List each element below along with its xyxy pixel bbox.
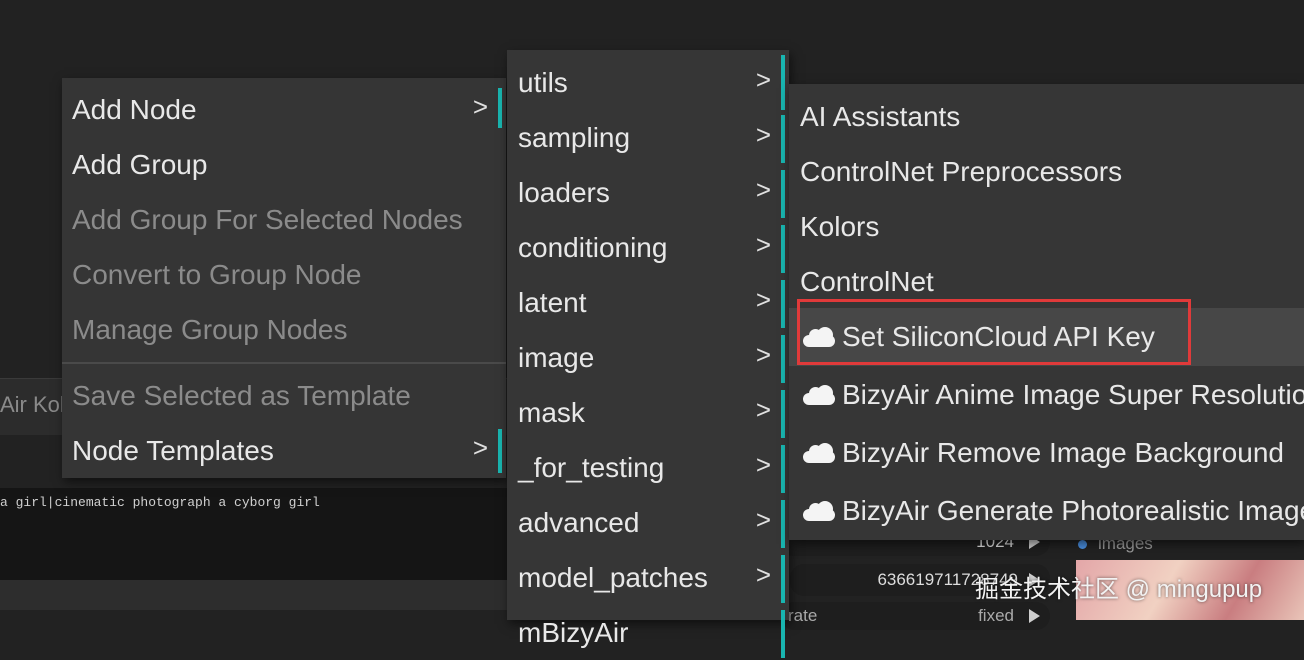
submenu-indicator: [781, 335, 785, 383]
submenu-item-label: mBizyAir: [518, 616, 629, 648]
background-node-bar: [0, 580, 520, 610]
chevron-right-icon: >: [755, 503, 771, 534]
submenu-indicator: [781, 390, 785, 438]
submenu-indicator: [781, 555, 785, 603]
watermark: 掘金技术社区 @ mingupup: [975, 576, 1263, 603]
submenu-item-model-patches[interactable]: model_patches >: [507, 550, 789, 605]
menu-item-convert-group-node: Convert to Group Node: [62, 247, 506, 302]
category-item-remove-background[interactable]: BizyAir Remove Image Background: [789, 424, 1304, 482]
cloud-icon: [803, 501, 837, 521]
menu-item-node-templates[interactable]: Node Templates >: [62, 423, 506, 478]
submenu-item-image[interactable]: image >: [507, 330, 789, 385]
submenu-indicator: [781, 500, 785, 548]
submenu-item-for-testing[interactable]: _for_testing >: [507, 440, 789, 495]
category-item-label: ControlNet: [800, 265, 934, 297]
chevron-right-icon: >: [472, 431, 488, 462]
menu-item-label: Add Group: [72, 148, 208, 180]
category-item-label: BizyAir Anime Image Super Resolution: [842, 379, 1304, 410]
menu-divider: [62, 362, 506, 364]
menu-item-add-node[interactable]: Add Node >: [62, 82, 506, 137]
submenu-indicator: [781, 445, 785, 493]
chevron-right-icon: >: [755, 558, 771, 589]
submenu-item-mask[interactable]: mask >: [507, 385, 789, 440]
submenu-item-utils[interactable]: utils >: [507, 55, 789, 110]
menu-item-add-group-selected: Add Group For Selected Nodes: [62, 192, 506, 247]
category-item-label: ControlNet Preprocessors: [800, 155, 1123, 187]
prompt-text: a girl|cinematic photograph a cyborg gir…: [0, 495, 320, 510]
control-after-generate-widget[interactable]: rate fixed: [780, 602, 1050, 630]
category-item-label: BizyAir Generate Photorealistic Images: [842, 495, 1304, 526]
menu-item-label: Save Selected as Template: [72, 379, 411, 411]
category-item-label: Kolors: [800, 210, 880, 242]
chevron-right-icon: >: [755, 173, 771, 204]
submenu-item-bizyair[interactable]: mBizyAir: [507, 605, 789, 660]
submenu-indicator: [781, 610, 785, 658]
highlight-annotation-box: [797, 299, 1191, 365]
menu-item-add-group[interactable]: Add Group: [62, 137, 506, 192]
submenu-item-label: image: [518, 341, 595, 373]
submenu-item-label: mask: [518, 396, 585, 428]
submenu-item-label: _for_testing: [518, 451, 665, 483]
menu-item-label: Node Templates: [72, 434, 274, 466]
submenu-indicator: [781, 225, 785, 273]
submenu-indicator: [498, 429, 502, 473]
submenu-indicator: [781, 280, 785, 328]
add-node-submenu: utils > sampling > loaders > conditionin…: [507, 50, 789, 658]
cloud-icon: [803, 385, 837, 405]
submenu-indicator: [781, 55, 785, 110]
submenu-item-label: utils: [518, 66, 568, 98]
category-item-controlnet-preprocessors[interactable]: ControlNet Preprocessors: [789, 144, 1304, 199]
menu-item-label: Convert to Group Node: [72, 258, 362, 290]
chevron-right-icon: >: [755, 283, 771, 314]
increment-arrow-icon[interactable]: [1029, 609, 1040, 623]
category-item-anime-super-resolution[interactable]: BizyAir Anime Image Super Resolution: [789, 366, 1304, 424]
submenu-item-label: sampling: [518, 121, 631, 153]
submenu-item-loaders[interactable]: loaders >: [507, 165, 789, 220]
menu-item-manage-group-nodes: Manage Group Nodes: [62, 302, 506, 357]
submenu-indicator: [498, 88, 502, 128]
submenu-item-label: loaders: [518, 176, 610, 208]
menu-item-label: Add Node: [72, 93, 197, 125]
output-dot-icon[interactable]: [1078, 540, 1087, 549]
menu-item-label: Add Group For Selected Nodes: [72, 203, 463, 235]
chevron-right-icon: >: [472, 90, 488, 121]
chevron-right-icon: >: [755, 393, 771, 424]
cloud-icon: [803, 443, 837, 463]
category-item-ai-assistants[interactable]: AI Assistants: [789, 89, 1304, 144]
control-value: fixed: [978, 606, 1014, 625]
submenu-item-label: latent: [518, 286, 587, 318]
chevron-right-icon: >: [755, 63, 771, 94]
chevron-right-icon: >: [755, 448, 771, 479]
category-item-label: BizyAir Remove Image Background: [842, 437, 1284, 468]
canvas-context-menu: Add Node > Add Group Add Group For Selec…: [62, 78, 506, 478]
submenu-item-label: advanced: [518, 506, 640, 538]
category-item-kolors[interactable]: Kolors: [789, 199, 1304, 254]
control-label: rate: [788, 606, 818, 625]
category-item-label: AI Assistants: [800, 100, 961, 132]
submenu-indicator: [781, 170, 785, 218]
category-item-generate-photorealistic[interactable]: BizyAir Generate Photorealistic Images: [789, 482, 1304, 540]
submenu-indicator: [781, 115, 785, 163]
submenu-item-advanced[interactable]: advanced >: [507, 495, 789, 550]
menu-item-save-template: Save Selected as Template: [62, 368, 506, 423]
submenu-item-latent[interactable]: latent >: [507, 275, 789, 330]
chevron-right-icon: >: [755, 338, 771, 369]
chevron-right-icon: >: [755, 118, 771, 149]
menu-item-label: Manage Group Nodes: [72, 313, 348, 345]
chevron-right-icon: >: [755, 228, 771, 259]
submenu-item-conditioning[interactable]: conditioning >: [507, 220, 789, 275]
submenu-item-label: conditioning: [518, 231, 668, 263]
submenu-item-label: model_patches: [518, 561, 708, 593]
submenu-item-sampling[interactable]: sampling >: [507, 110, 789, 165]
